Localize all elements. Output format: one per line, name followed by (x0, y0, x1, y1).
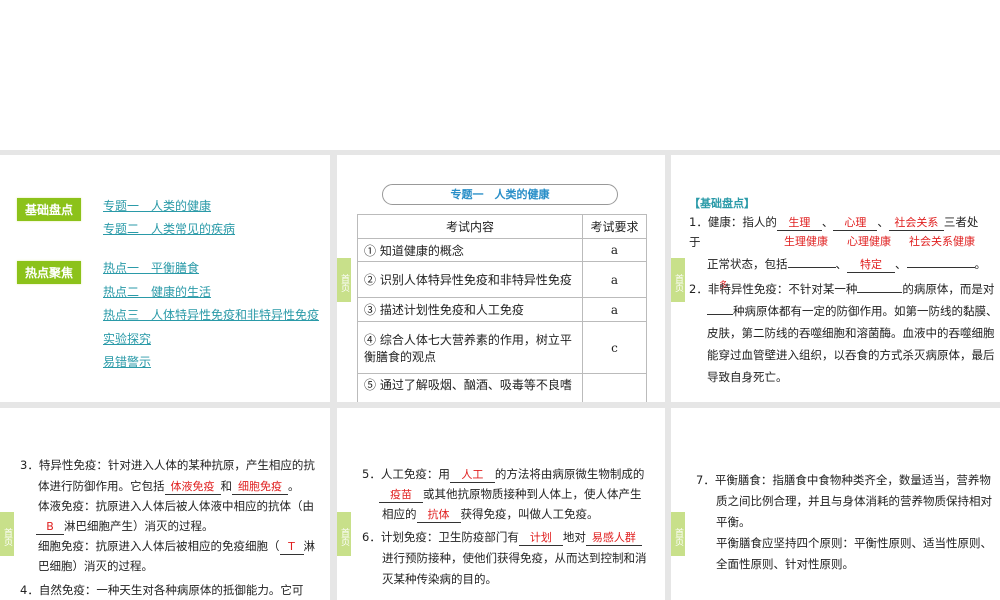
table-row: ② 识别人体特异性免疫和非特异性免疫 a (357, 261, 647, 298)
answer: 心理健康 (847, 235, 891, 248)
header-requirement: 考试要求 (582, 214, 647, 239)
header-content: 考试内容 (357, 214, 583, 239)
table-row: ④ 综合人体七大营养素的作用，树立平衡膳食的观点 c (357, 321, 647, 374)
slide-balanced-diet: 首页 7．平衡膳食：指膳食中食物种类齐全，数量适当，营养物 质之间比例合理，并且… (671, 408, 1000, 600)
text-line: 1．健康：指人的 生理、心理、社会关系 三者处 (689, 215, 979, 231)
text-line: 灭某种传染病的目的。 (382, 572, 497, 586)
link-experiment[interactable]: 实验探究 (103, 330, 151, 347)
slide-specific-immunity: 首页 3．特异性免疫：针对进入人体的某种抗原，产生相应的抗 体进行防御作用。它包… (0, 408, 330, 600)
link-hotspot-1[interactable]: 热点一 平衡膳食 (103, 259, 199, 276)
home-button[interactable]: 首页 (671, 512, 685, 556)
home-button[interactable]: 首页 (671, 258, 685, 302)
table-row: ③ 描述计划性免疫和人工免疫 a (357, 297, 647, 322)
slide-menu: 基础盘点 专题一 人类的健康 专题二 人类常见的疾病 热点聚焦 热点一 平衡膳食… (0, 155, 330, 402)
text-line: 于 (689, 235, 701, 249)
text-line: 巴细胞）消灭的过程。 (38, 559, 153, 573)
slide-artificial-immunity: 首页 5．人工免疫：用 人工 的方法将由病原微生物制成的 疫苗 或其他抗原物质接种到人… (337, 408, 665, 600)
slide-title: 专题一 人类的健康 (382, 184, 618, 205)
link-topic-1[interactable]: 专题一 人类的健康 (103, 197, 211, 214)
home-button[interactable]: 首页 (337, 512, 351, 556)
link-topic-2[interactable]: 专题二 人类常见的疾病 (103, 220, 235, 237)
link-hotspot-2[interactable]: 热点二 健康的生活 (103, 283, 211, 300)
divider (330, 150, 337, 600)
text-line: 导致自身死亡。 (707, 370, 788, 384)
answer: 社会关系健康 (909, 235, 975, 248)
link-mistakes[interactable]: 易错警示 (103, 353, 151, 370)
text-line: 质之间比例合理，并且与身体消耗的营养物质保持相对 (716, 494, 992, 508)
text-line: 4．自然免疫：一种天生对各种病原体的抵御能力。它可 (20, 583, 304, 597)
text-line: 全面性原则、针对性原则。 (716, 557, 854, 571)
home-button[interactable]: 首页 (0, 512, 14, 556)
slide-basics: 首页 【基础盘点】 1．健康：指人的 生理、心理、社会关系 三者处 于 生理健康 心… (671, 155, 1000, 402)
slide-exam-table: 首页 专题一 人类的健康 考试内容 考试要求 ① 知道健康的概念 a ② 识别人体特… (337, 155, 665, 402)
answer: 生理健康 (784, 235, 828, 248)
exam-table: 考试内容 考试要求 ① 知道健康的概念 a ② 识别人体特异性免疫和非特异性免疫 a … (357, 214, 647, 402)
link-hotspot-3[interactable]: 热点三 人体特异性免疫和非特异性免疫 (103, 306, 319, 323)
table-row: ① 知道健康的概念 a (357, 238, 647, 262)
home-button[interactable]: 首页 (337, 258, 351, 302)
tag-hotspots: 热点聚焦 (17, 261, 82, 284)
text-line: 正常状态，包括、特定、。 (707, 257, 986, 273)
tag-basics: 基础盘点 (17, 198, 82, 221)
table-row: ⑤ 通过了解吸烟、酗酒、吸毒等不良嗜 (357, 373, 647, 402)
text-line: 相应的 抗体 获得免疫，叫做人工免疫。 (382, 507, 599, 523)
section-heading: 【基础盘点】 (689, 197, 755, 210)
